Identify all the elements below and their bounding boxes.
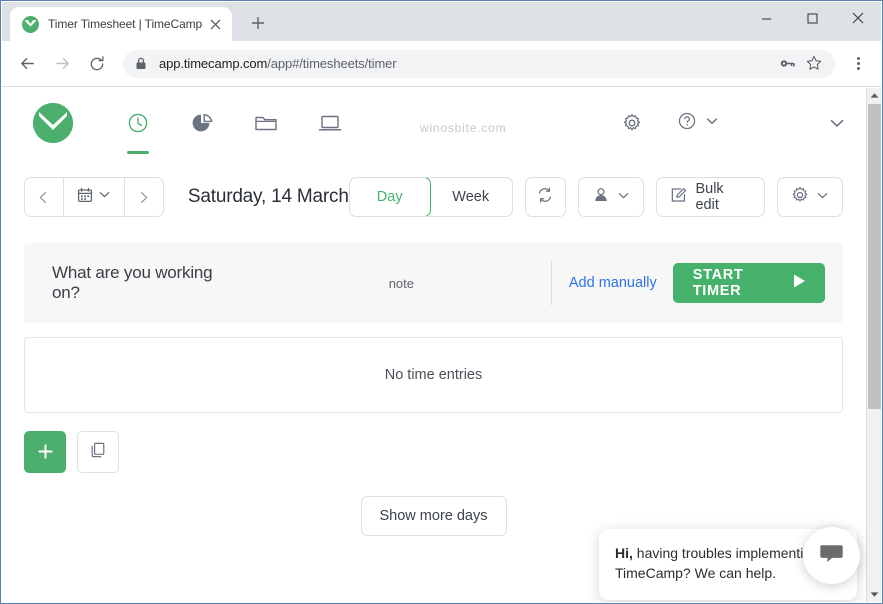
- browser-toolbar: app.timecamp.com/app#/timesheets/timer: [2, 41, 881, 87]
- nav-item-timer[interactable]: [125, 103, 151, 143]
- star-icon[interactable]: [806, 55, 823, 72]
- password-key-icon[interactable]: [779, 55, 796, 72]
- chat-launcher-button[interactable]: [803, 527, 860, 584]
- chat-bubble-icon: [818, 540, 845, 572]
- refresh-button[interactable]: [524, 177, 567, 217]
- add-manually-link[interactable]: Add manually: [569, 275, 657, 291]
- browser-tab[interactable]: Timer Timesheet | TimeCamp: [10, 7, 232, 41]
- omnibox-actions: [779, 55, 827, 72]
- account-menu-chevron-down-icon[interactable]: [829, 115, 845, 131]
- chevron-down-icon: [98, 188, 111, 206]
- maximize-icon[interactable]: [789, 2, 835, 34]
- scrollbar-thumb[interactable]: [868, 104, 881, 409]
- view-toggle: Day Week: [348, 177, 513, 217]
- next-day-button[interactable]: [125, 178, 163, 216]
- no-entries-message: No time entries: [384, 367, 483, 383]
- add-entry-button[interactable]: [24, 431, 66, 473]
- date-toolbar-actions: Day Week Bulk edit: [348, 177, 843, 217]
- new-tab-button[interactable]: [244, 9, 272, 37]
- browser-window: Timer Timesheet | TimeCamp app.timecamp.…: [0, 0, 883, 604]
- close-window-icon[interactable]: [835, 2, 881, 34]
- scroll-down-arrow[interactable]: [867, 587, 881, 602]
- back-arrow-icon[interactable]: [12, 49, 42, 79]
- page-scrollbar[interactable]: [866, 88, 881, 602]
- gear-icon: [791, 186, 809, 208]
- show-more-days-button[interactable]: Show more days: [360, 496, 507, 536]
- task-description-input[interactable]: What are you working on?: [52, 263, 219, 303]
- chevron-down-icon: [816, 189, 829, 206]
- play-icon: [792, 273, 807, 293]
- gear-icon[interactable]: [622, 113, 642, 133]
- bulk-edit-label: Bulk edit: [695, 181, 724, 213]
- close-tab-icon[interactable]: [206, 15, 224, 33]
- divider: [551, 261, 552, 305]
- question-circle-icon: [677, 111, 697, 136]
- app-nav-items: [125, 103, 343, 143]
- date-navigator: [24, 177, 164, 217]
- url-path: /app#/timesheets/timer: [267, 56, 397, 71]
- app-navbar: winosbite.com: [2, 88, 865, 158]
- timecamp-logo-icon: [22, 15, 39, 33]
- calendar-icon: [77, 187, 93, 208]
- three-dot-menu-icon[interactable]: [845, 51, 871, 77]
- address-bar[interactable]: app.timecamp.com/app#/timesheets/timer: [123, 49, 835, 78]
- start-timer-label: START TIMER: [692, 267, 744, 299]
- minimize-icon[interactable]: [743, 2, 789, 34]
- copy-duplicate-icon: [89, 441, 107, 464]
- prev-day-button[interactable]: [25, 178, 63, 216]
- entry-actions: [24, 431, 843, 473]
- start-timer-button[interactable]: START TIMER: [672, 263, 825, 303]
- nav-item-computer-activities[interactable]: [317, 103, 343, 143]
- forward-arrow-icon[interactable]: [47, 49, 77, 79]
- nav-item-projects[interactable]: [253, 103, 279, 143]
- sync-refresh-icon: [536, 186, 554, 208]
- view-toggle-week[interactable]: Week: [430, 178, 512, 216]
- chat-message-bold: Hi,: [615, 545, 633, 561]
- person-icon: [592, 186, 610, 208]
- page-content: winosbite.com Saturday, 14 March Day Wee…: [2, 88, 865, 602]
- nav-item-reports[interactable]: [189, 103, 215, 143]
- calendar-picker-button[interactable]: [62, 178, 125, 216]
- watermark-text: winosbite.com: [420, 121, 507, 135]
- timesheet-settings-button[interactable]: [777, 177, 843, 217]
- reload-icon[interactable]: [82, 49, 112, 79]
- page-viewport: winosbite.com Saturday, 14 March Day Wee…: [2, 88, 881, 602]
- date-toolbar: Saturday, 14 March Day Week Bulk edit: [2, 170, 865, 224]
- timer-entry-card: What are you working on? note Add manual…: [24, 243, 843, 323]
- person-filter-button[interactable]: [578, 177, 645, 217]
- edit-pencil-icon: [670, 186, 688, 208]
- chevron-down-icon: [617, 189, 630, 206]
- note-input[interactable]: note: [389, 276, 414, 291]
- view-toggle-day[interactable]: Day: [349, 178, 431, 216]
- bulk-edit-button[interactable]: Bulk edit: [656, 177, 765, 217]
- app-nav-right: [622, 88, 845, 158]
- chevron-down-icon: [705, 114, 719, 133]
- current-date-label: Saturday, 14 March: [187, 186, 349, 207]
- timecamp-logo[interactable]: [33, 103, 73, 143]
- lock-icon: [135, 57, 149, 71]
- chat-message-text: having troubles implementing TimeCamp? W…: [615, 545, 819, 582]
- scroll-up-arrow[interactable]: [867, 88, 881, 103]
- url-text: app.timecamp.com/app#/timesheets/timer: [159, 56, 397, 71]
- plus-icon: [37, 441, 54, 464]
- time-entries-panel: No time entries: [24, 337, 843, 413]
- url-domain: app.timecamp.com: [159, 56, 268, 71]
- window-controls: [743, 2, 881, 34]
- help-menu[interactable]: [677, 111, 719, 136]
- tab-title: Timer Timesheet | TimeCamp: [48, 17, 203, 31]
- browser-frame: Timer Timesheet | TimeCamp app.timecamp.…: [0, 0, 883, 604]
- duplicate-entry-button[interactable]: [77, 431, 119, 473]
